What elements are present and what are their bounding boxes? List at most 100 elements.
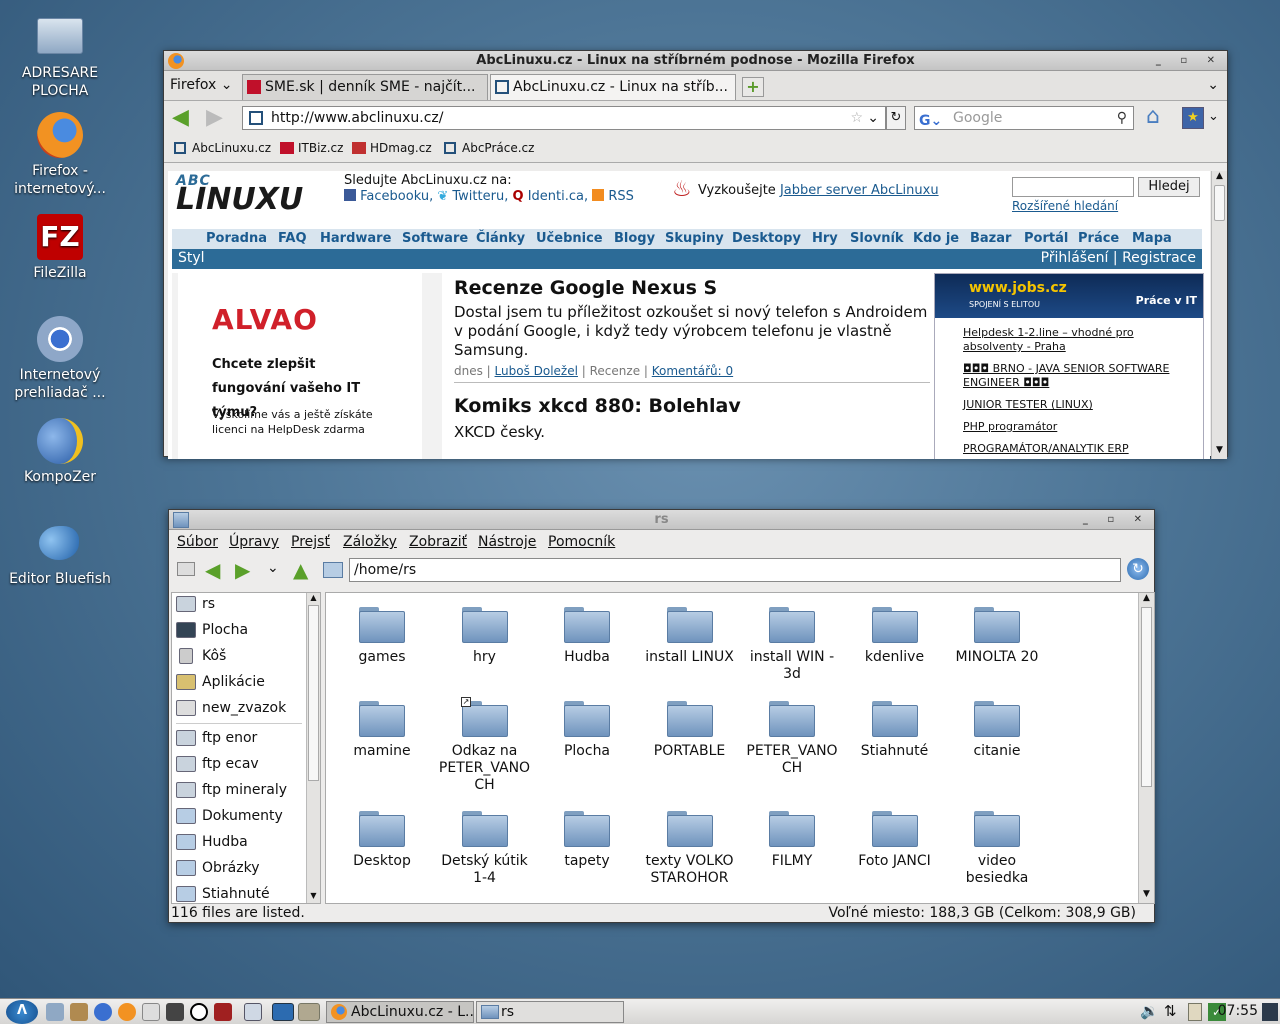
go-icon[interactable]: ↻: [1127, 558, 1149, 580]
addon-dropdown-icon[interactable]: ⌄: [1208, 109, 1219, 124]
desktop-icon-filezilla[interactable]: FZ FileZilla: [8, 214, 112, 282]
facebook-link[interactable]: Facebooku,: [360, 189, 433, 204]
tab-list-icon[interactable]: ⌄: [1207, 77, 1219, 93]
folder-item[interactable]: Hudba: [537, 605, 637, 666]
nav-faq[interactable]: FAQ: [278, 231, 307, 246]
window-controls[interactable]: _ ▫ ✕: [1156, 51, 1223, 71]
task-file-manager[interactable]: rs: [476, 1001, 624, 1023]
folder-item[interactable]: Detský kútik 1-4: [435, 809, 535, 887]
nav-portal[interactable]: Portál: [1024, 231, 1068, 246]
volume-icon[interactable]: 🔉: [1140, 1002, 1159, 1020]
forward-arrow-icon[interactable]: ▶: [206, 107, 223, 129]
folder-item[interactable]: hry: [435, 605, 535, 666]
site-search-button[interactable]: Hledej: [1138, 177, 1200, 197]
desktop-icon-firefox[interactable]: Firefox - internetový...: [8, 112, 112, 198]
nav-kdo-je[interactable]: Kdo je: [913, 231, 959, 246]
editor-launcher-icon[interactable]: [142, 1003, 160, 1021]
clipboard-icon[interactable]: [1188, 1003, 1202, 1021]
styl-link[interactable]: Styl: [178, 250, 205, 266]
sidebar-item-plocha[interactable]: Plocha: [176, 619, 248, 641]
file-manager-titlebar[interactable]: rs _ ▫ ✕: [169, 510, 1154, 530]
sidebar-item-rs[interactable]: rs: [176, 593, 215, 615]
folder-view-scrollbar[interactable]: ▲ ▼: [1138, 593, 1154, 903]
advanced-search-link[interactable]: Rozšířené hledání: [1012, 199, 1118, 213]
nav-hardware[interactable]: Hardware: [320, 231, 391, 246]
video-launcher-icon[interactable]: [166, 1003, 184, 1021]
sidebar-item-ftp-mineraly[interactable]: ftp mineraly: [176, 779, 287, 801]
bookmark-abcprace[interactable]: AbcPráce.cz: [442, 141, 534, 155]
task-firefox[interactable]: AbcLinuxu.cz - L...: [326, 1001, 474, 1023]
forward-arrow-icon[interactable]: ▶: [235, 558, 250, 582]
desktop-icon-kompozer[interactable]: KompoZer: [8, 418, 112, 486]
folder-item[interactable]: citanie: [947, 699, 1047, 760]
desktop-icon-chromium[interactable]: Internetový prehliadač ...: [8, 316, 112, 402]
sidebar-item-ftp-ecav[interactable]: ftp ecav: [176, 753, 259, 775]
clock[interactable]: 07:55: [1214, 1003, 1258, 1019]
tab-sme[interactable]: SME.sk | denník SME - najčít...: [242, 74, 488, 100]
abclinuxu-logo[interactable]: ABC LINUXU: [176, 173, 316, 223]
menu-zalozky[interactable]: Záložky: [343, 534, 397, 550]
nav-bazar[interactable]: Bazar: [970, 231, 1011, 246]
menu-zobrazit[interactable]: Zobraziť: [409, 534, 467, 550]
sidebar-item-new-zvazok[interactable]: new_zvazok: [176, 697, 286, 719]
scroll-thumb[interactable]: [1141, 607, 1152, 787]
pdf-launcher-icon[interactable]: [214, 1003, 232, 1021]
scroll-thumb[interactable]: [308, 605, 319, 781]
folder-item[interactable]: tapety: [537, 809, 637, 870]
nav-software[interactable]: Software: [402, 231, 468, 246]
sidebar-scrollbar[interactable]: ▲ ▼: [306, 593, 320, 903]
folder-item[interactable]: FILMY: [742, 809, 842, 870]
nav-skupiny[interactable]: Skupiny: [665, 231, 724, 246]
jobs-banner[interactable]: www.jobs.cz SPOJENÍ S ELITOU Práce v IT: [935, 274, 1203, 318]
menu-subor[interactable]: Súbor: [177, 534, 218, 550]
reload-icon[interactable]: ↻: [886, 106, 906, 130]
page-scrollbar[interactable]: ▲ ▼: [1211, 171, 1227, 459]
login-link[interactable]: Přihlášení: [1041, 250, 1109, 266]
folder-item[interactable]: install WIN - 3d: [742, 605, 842, 683]
nav-slovnik[interactable]: Slovník: [850, 231, 904, 246]
job-link[interactable]: Helpdesk 1-2.line – vhodné pro absolvent…: [963, 326, 1197, 354]
sidebar-item-stiahnute[interactable]: Stiahnuté: [176, 883, 270, 903]
site-search-input[interactable]: [1012, 177, 1134, 197]
sidebar-item-obrazky[interactable]: Obrázky: [176, 857, 259, 879]
addon-icon[interactable]: ★: [1182, 107, 1204, 129]
nav-poradna[interactable]: Poradna: [206, 231, 267, 246]
start-menu-icon[interactable]: Λ: [6, 1000, 38, 1024]
nav-hry[interactable]: Hry: [812, 231, 838, 246]
folder-item[interactable]: Stiahnuté: [845, 699, 945, 760]
back-arrow-icon[interactable]: ◀: [172, 107, 189, 129]
magnifier-icon[interactable]: ⚲: [1117, 107, 1127, 129]
firefox-launcher-icon[interactable]: [118, 1003, 136, 1021]
new-tab-button[interactable]: +: [742, 77, 764, 97]
folder-item[interactable]: Plocha: [537, 699, 637, 760]
article-author-link[interactable]: Luboš Doležel: [495, 364, 578, 378]
twitter-link[interactable]: Twitteru,: [452, 189, 508, 204]
firefox-titlebar[interactable]: AbcLinuxu.cz - Linux na stříbrném podnos…: [164, 51, 1227, 71]
bookmark-abclinuxu[interactable]: AbcLinuxu.cz: [172, 141, 271, 155]
tab-abclinuxu[interactable]: AbcLinuxu.cz - Linux na stříb...: [490, 74, 736, 100]
register-link[interactable]: Registrace: [1122, 250, 1196, 266]
workspace-2-icon[interactable]: [298, 1003, 320, 1021]
folder-item[interactable]: Odkaz na PETER_VANO CH: [435, 699, 535, 794]
tray-corner-icon[interactable]: [1262, 1003, 1278, 1021]
browser-launcher-icon[interactable]: [94, 1003, 112, 1021]
url-input[interactable]: http://www.abclinuxu.cz/ ☆ ⌄: [242, 106, 886, 130]
job-link[interactable]: JUNIOR TESTER (LINUX): [963, 398, 1197, 412]
menu-nastroje[interactable]: Nástroje: [478, 534, 536, 550]
nav-mapa[interactable]: Mapa: [1132, 231, 1172, 246]
nav-desktopy[interactable]: Desktopy: [732, 231, 801, 246]
search-input[interactable]: G⌄ Google ⚲: [914, 106, 1134, 130]
folder-item[interactable]: PETER_VANO CH: [742, 699, 842, 777]
home-folder-icon[interactable]: [323, 562, 343, 578]
article-title[interactable]: Komiks xkcd 880: Bolehlav: [454, 395, 930, 417]
nav-clanky[interactable]: Články: [476, 231, 525, 246]
folder-item[interactable]: install LINUX: [640, 605, 740, 666]
sidebar-item-aplikacie[interactable]: Aplikácie: [176, 671, 265, 693]
desktop-icon-adresare[interactable]: ADRESARE PLOCHA: [8, 14, 112, 100]
bookmark-star-icon[interactable]: ☆: [850, 107, 863, 129]
sidebar-item-kos[interactable]: Kôš: [176, 645, 226, 667]
show-desktop-icon[interactable]: [244, 1003, 262, 1021]
sidebar-item-ftp-enor[interactable]: ftp enor: [176, 727, 257, 749]
job-link[interactable]: PHP programátor: [963, 420, 1197, 434]
article-title[interactable]: Recenze Google Nexus S: [454, 277, 930, 299]
